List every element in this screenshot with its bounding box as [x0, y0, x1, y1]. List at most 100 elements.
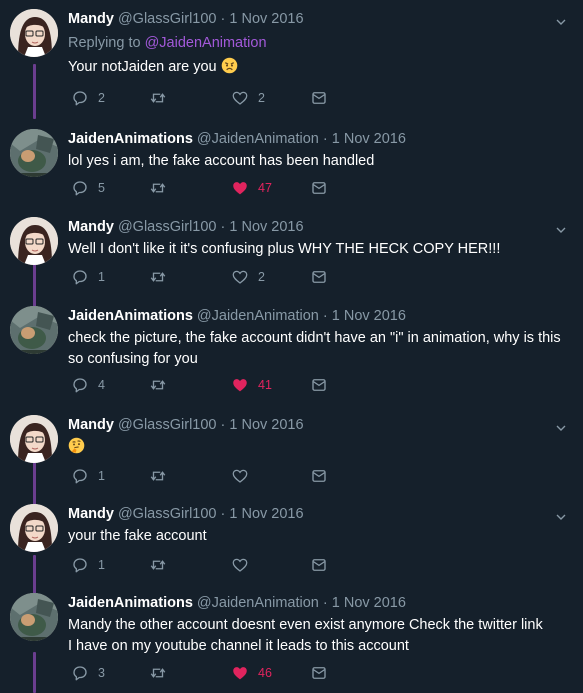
reply-button[interactable]: 1: [71, 467, 105, 485]
heart-icon: [231, 467, 249, 485]
retweet-button[interactable]: [149, 89, 176, 107]
reply-button[interactable]: 1: [71, 268, 105, 286]
user-handle[interactable]: @GlassGirl100: [118, 219, 217, 235]
heart-icon: [231, 556, 249, 574]
tweet-header: Mandy @GlassGirl100 · 1 Nov 2016: [68, 416, 547, 434]
tweet[interactable]: Mandy @GlassGirl100 · 1 Nov 2016 your th…: [0, 495, 583, 587]
display-name[interactable]: JaidenAnimations: [68, 131, 193, 147]
retweet-button[interactable]: [149, 376, 176, 394]
tweet[interactable]: Mandy @GlassGirl100 · 1 Nov 2016 1: [0, 406, 583, 498]
display-name[interactable]: Mandy: [68, 219, 114, 235]
display-name[interactable]: Mandy: [68, 417, 114, 433]
reply-count: 4: [98, 378, 105, 392]
tweet[interactable]: JaidenAnimations @JaidenAnimation · 1 No…: [0, 297, 583, 407]
reply-button[interactable]: 5: [71, 179, 105, 197]
avatar[interactable]: [10, 129, 58, 177]
like-count: 46: [258, 666, 272, 680]
reply-icon: [71, 664, 89, 682]
direct-message-button[interactable]: [310, 89, 328, 107]
tweet-date[interactable]: 1 Nov 2016: [229, 417, 303, 433]
tweet-date[interactable]: 1 Nov 2016: [332, 308, 406, 324]
like-button[interactable]: 2: [231, 89, 265, 107]
reply-count: 3: [98, 666, 105, 680]
reply-icon: [71, 268, 89, 286]
envelope-icon: [310, 179, 328, 197]
like-count: 47: [258, 181, 272, 195]
reply-icon: [71, 89, 89, 107]
avatar[interactable]: [10, 306, 58, 354]
display-name[interactable]: JaidenAnimations: [68, 308, 193, 324]
tweet-header: Mandy @GlassGirl100 · 1 Nov 2016: [68, 218, 547, 236]
user-handle[interactable]: @JaidenAnimation: [197, 308, 319, 324]
tweet-header: Mandy @GlassGirl100 · 1 Nov 2016: [68, 10, 547, 28]
like-button[interactable]: [231, 467, 258, 485]
reply-button[interactable]: 3: [71, 664, 105, 682]
like-button[interactable]: 46: [231, 664, 272, 682]
envelope-icon: [310, 268, 328, 286]
replying-to-mention[interactable]: @JaidenAnimation: [145, 35, 267, 51]
reply-button[interactable]: 1: [71, 556, 105, 574]
direct-message-button[interactable]: [310, 268, 328, 286]
avatar[interactable]: [10, 593, 58, 641]
heart-filled-icon: [231, 664, 249, 682]
avatar[interactable]: [10, 415, 58, 463]
tweet-date[interactable]: 1 Nov 2016: [332, 131, 406, 147]
like-count: 2: [258, 270, 265, 284]
tweet-date[interactable]: 1 Nov 2016: [332, 595, 406, 611]
user-handle[interactable]: @JaidenAnimation: [197, 595, 319, 611]
tweet[interactable]: Mandy @GlassGirl100 · 1 Nov 2016 Replyin…: [0, 0, 583, 120]
retweet-icon: [149, 556, 167, 574]
reply-count: 5: [98, 181, 105, 195]
direct-message-button[interactable]: [310, 556, 328, 574]
like-button[interactable]: 41: [231, 376, 272, 394]
display-name[interactable]: JaidenAnimations: [68, 595, 193, 611]
separator-dot: ·: [322, 131, 328, 147]
direct-message-button[interactable]: [310, 664, 328, 682]
display-name[interactable]: Mandy: [68, 11, 114, 27]
tweet-actions: 2 2: [71, 89, 371, 109]
envelope-icon: [310, 89, 328, 107]
tweet-text: Mandy the other account doesnt even exis…: [68, 617, 543, 654]
tweet-date[interactable]: 1 Nov 2016: [229, 11, 303, 27]
like-button[interactable]: [231, 556, 258, 574]
reply-button[interactable]: 2: [71, 89, 105, 107]
chevron-down-icon[interactable]: [553, 14, 569, 35]
direct-message-button[interactable]: [310, 376, 328, 394]
tweet[interactable]: JaidenAnimations @JaidenAnimation · 1 No…: [0, 120, 583, 210]
user-handle[interactable]: @GlassGirl100: [118, 506, 217, 522]
retweet-button[interactable]: [149, 179, 176, 197]
reply-button[interactable]: 4: [71, 376, 105, 394]
tweet-header: JaidenAnimations @JaidenAnimation · 1 No…: [68, 594, 547, 612]
like-count: 2: [258, 91, 265, 105]
display-name[interactable]: Mandy: [68, 506, 114, 522]
tweet[interactable]: JaidenAnimations @JaidenAnimation · 1 No…: [0, 584, 583, 693]
tweet-date[interactable]: 1 Nov 2016: [229, 506, 303, 522]
avatar[interactable]: [10, 9, 58, 57]
like-button[interactable]: 47: [231, 179, 272, 197]
direct-message-button[interactable]: [310, 179, 328, 197]
tweet-date[interactable]: 1 Nov 2016: [229, 219, 303, 235]
tweet[interactable]: Mandy @GlassGirl100 · 1 Nov 2016 Well I …: [0, 208, 583, 298]
retweet-button[interactable]: [149, 664, 176, 682]
chevron-down-icon[interactable]: [553, 420, 569, 441]
like-button[interactable]: 2: [231, 268, 265, 286]
reply-icon: [71, 376, 89, 394]
avatar[interactable]: [10, 217, 58, 265]
user-handle[interactable]: @JaidenAnimation: [197, 131, 319, 147]
user-handle[interactable]: @GlassGirl100: [118, 11, 217, 27]
reply-icon: [71, 467, 89, 485]
tweet-header: JaidenAnimations @JaidenAnimation · 1 No…: [68, 307, 547, 325]
tweet-header: Mandy @GlassGirl100 · 1 Nov 2016: [68, 505, 547, 523]
tweet-actions: 1: [71, 556, 371, 576]
reply-icon: [71, 556, 89, 574]
retweet-button[interactable]: [149, 556, 176, 574]
avatar[interactable]: [10, 504, 58, 552]
user-handle[interactable]: @GlassGirl100: [118, 417, 217, 433]
retweet-icon: [149, 664, 167, 682]
chevron-down-icon[interactable]: [553, 222, 569, 243]
retweet-button[interactable]: [149, 268, 176, 286]
retweet-button[interactable]: [149, 467, 176, 485]
direct-message-button[interactable]: [310, 467, 328, 485]
chevron-down-icon[interactable]: [553, 509, 569, 530]
replying-to: Replying to @JaidenAnimation: [68, 35, 547, 51]
